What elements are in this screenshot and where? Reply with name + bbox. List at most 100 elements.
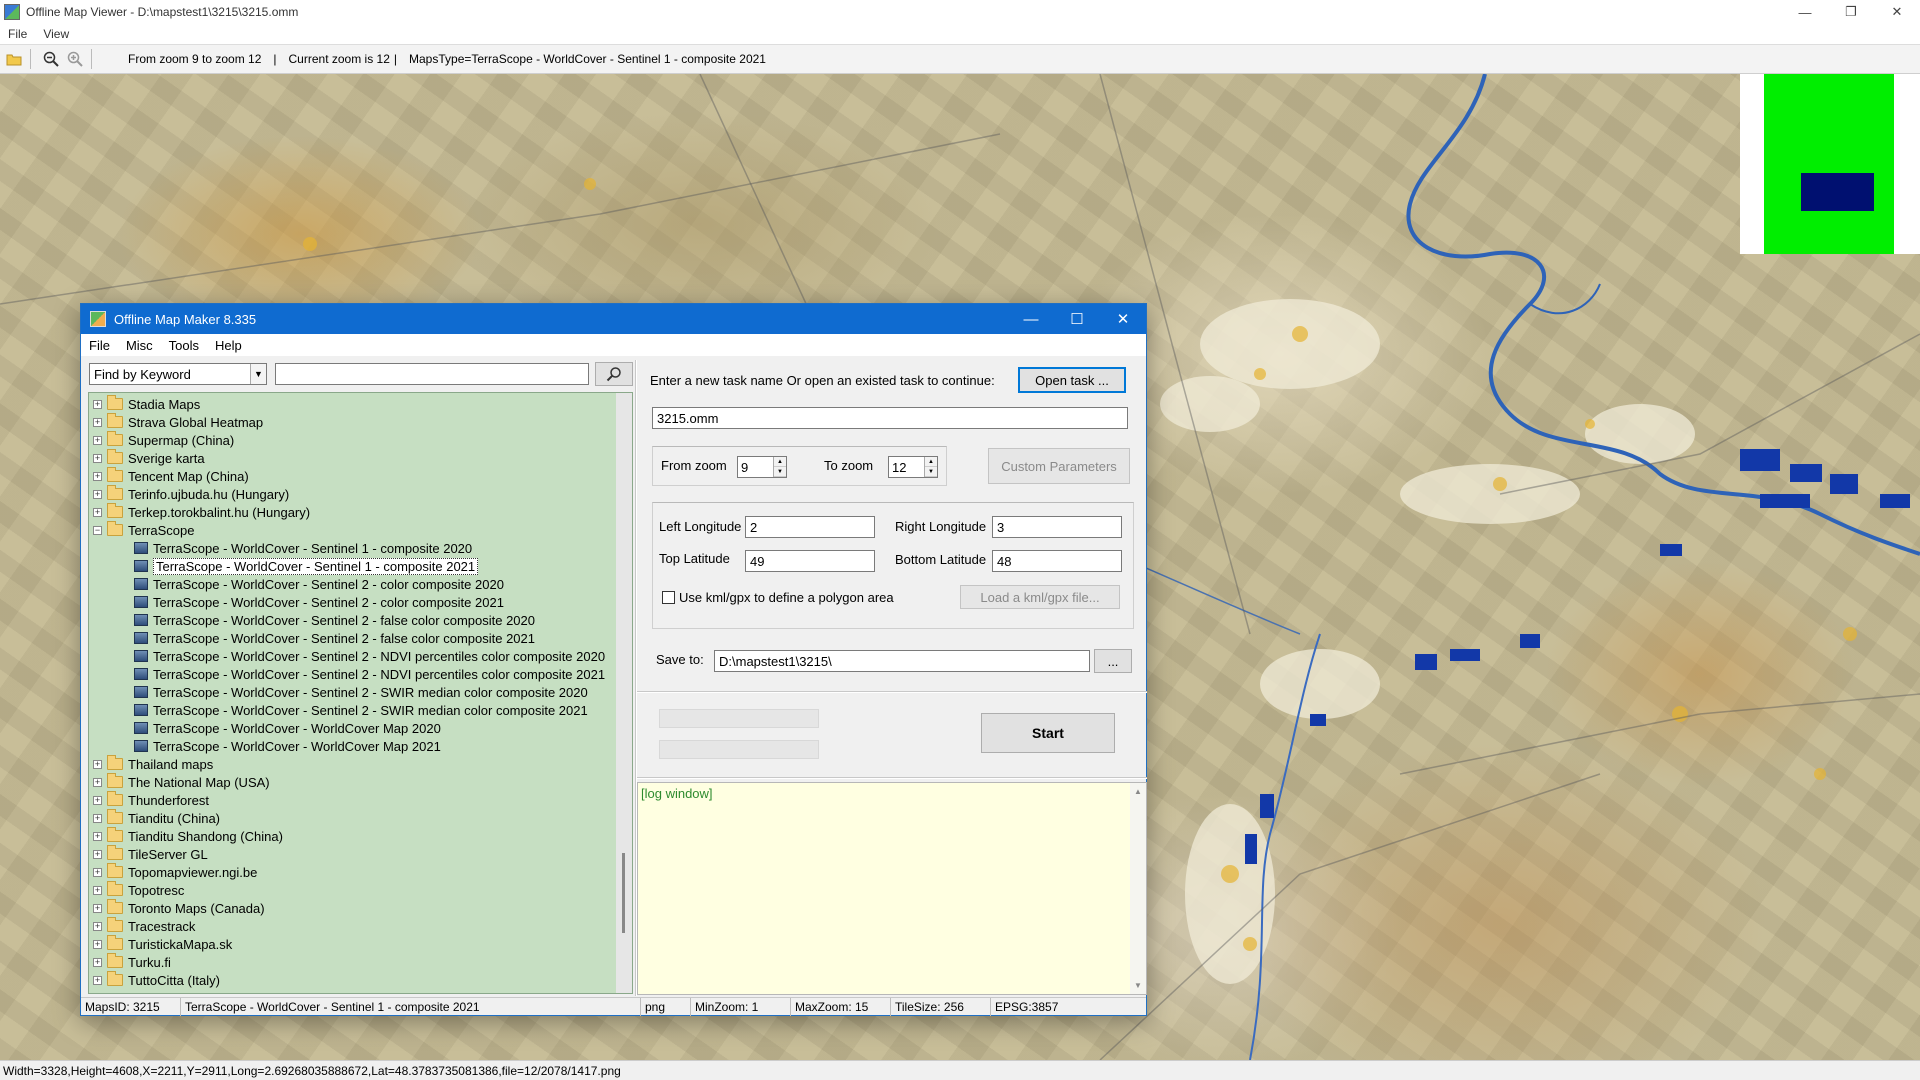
from-zoom-stepper[interactable]: 9 ▲ ▼: [737, 456, 787, 478]
open-folder-icon[interactable]: [4, 49, 24, 69]
close-button[interactable]: ✕: [1100, 304, 1146, 334]
expand-icon[interactable]: +: [93, 957, 102, 967]
task-name-input[interactable]: 3215.omm: [652, 407, 1128, 429]
log-window[interactable]: [log window] ▲ ▼: [637, 782, 1147, 995]
tree-folder[interactable]: + Toronto Maps (Canada): [93, 899, 265, 917]
tree-map-item[interactable]: TerraScope - WorldCover - WorldCover Map…: [134, 719, 441, 737]
to-zoom-stepper[interactable]: 12 ▲ ▼: [888, 456, 938, 478]
tree-folder[interactable]: + Tracestrack: [93, 917, 195, 935]
browse-button[interactable]: ...: [1094, 649, 1132, 673]
map-source-tree[interactable]: + Stadia Maps + Strava Global Heatmap + Super…: [88, 392, 633, 994]
spin-down-icon[interactable]: ▼: [774, 467, 786, 477]
log-scrollbar[interactable]: ▲ ▼: [1130, 783, 1146, 994]
expand-icon[interactable]: +: [93, 813, 102, 823]
custom-parameters-button[interactable]: Custom Parameters: [988, 448, 1130, 484]
zoom-in-icon[interactable]: [65, 49, 85, 69]
tree-folder[interactable]: + Tencent Map (China): [93, 467, 249, 485]
collapse-icon[interactable]: −: [93, 525, 102, 535]
tree-folder[interactable]: + Topomapviewer.ngi.be: [93, 863, 257, 881]
tree-map-item[interactable]: TerraScope - WorldCover - Sentinel 2 - c…: [134, 575, 504, 593]
tree-folder[interactable]: + TuttoCitta (Italy): [93, 971, 220, 989]
expand-icon[interactable]: +: [93, 921, 102, 931]
menu-view[interactable]: View: [35, 27, 77, 41]
left-longitude-input[interactable]: 2: [745, 516, 875, 538]
search-input[interactable]: [275, 363, 589, 385]
tree-folder[interactable]: + Terkep.torokbalint.hu (Hungary): [93, 503, 310, 521]
close-button[interactable]: ✕: [1874, 0, 1920, 24]
scroll-down-icon[interactable]: ▼: [1134, 981, 1142, 990]
tree-folder[interactable]: + Thailand maps: [93, 755, 213, 773]
tree-folder[interactable]: + TuristickaMapa.sk: [93, 935, 232, 953]
menu-tools[interactable]: Tools: [161, 338, 207, 353]
tree-folder[interactable]: + Topotresc: [93, 881, 184, 899]
menu-file[interactable]: File: [81, 338, 118, 353]
spin-up-icon[interactable]: ▲: [774, 457, 786, 467]
expand-icon[interactable]: +: [93, 975, 102, 985]
kml-polygon-checkbox[interactable]: [662, 591, 675, 604]
tree-map-item[interactable]: TerraScope - WorldCover - Sentinel 1 - c…: [134, 557, 479, 575]
expand-icon[interactable]: +: [93, 417, 102, 427]
menu-help[interactable]: Help: [207, 338, 250, 353]
tree-folder[interactable]: + The National Map (USA): [93, 773, 270, 791]
search-button[interactable]: [595, 362, 633, 386]
scrollbar-thumb[interactable]: [622, 853, 625, 933]
scroll-up-icon[interactable]: ▲: [1134, 787, 1142, 796]
expand-icon[interactable]: +: [93, 849, 102, 859]
overview-viewport[interactable]: [1801, 173, 1874, 211]
tree-scrollbar[interactable]: [616, 393, 632, 993]
expand-icon[interactable]: +: [93, 903, 102, 913]
tree-folder[interactable]: + Tianditu Shandong (China): [93, 827, 283, 845]
search-mode-select[interactable]: Find by Keyword ▼: [89, 363, 267, 385]
minimize-button[interactable]: —: [1782, 0, 1828, 24]
tree-folder[interactable]: + Terinfo.ujbuda.hu (Hungary): [93, 485, 289, 503]
pane-divider[interactable]: [635, 360, 637, 996]
tree-map-item[interactable]: TerraScope - WorldCover - Sentinel 2 - f…: [134, 629, 535, 647]
chevron-down-icon[interactable]: ▼: [250, 364, 266, 384]
menu-file[interactable]: File: [0, 27, 35, 41]
expand-icon[interactable]: +: [93, 399, 102, 409]
expand-icon[interactable]: +: [93, 867, 102, 877]
top-latitude-input[interactable]: 49: [745, 550, 875, 572]
overview-map[interactable]: [1740, 74, 1920, 254]
expand-icon[interactable]: +: [93, 777, 102, 787]
tree-map-item[interactable]: TerraScope - WorldCover - Sentinel 2 - f…: [134, 611, 535, 629]
tree-folder[interactable]: + Stadia Maps: [93, 395, 200, 413]
load-kml-button[interactable]: Load a kml/gpx file...: [960, 585, 1120, 609]
minimize-button[interactable]: —: [1008, 304, 1054, 334]
expand-icon[interactable]: +: [93, 453, 102, 463]
tree-map-item[interactable]: TerraScope - WorldCover - Sentinel 2 - S…: [134, 701, 588, 719]
expand-icon[interactable]: +: [93, 489, 102, 499]
tree-folder[interactable]: + Supermap (China): [93, 431, 234, 449]
expand-icon[interactable]: +: [93, 885, 102, 895]
save-path-input[interactable]: D:\mapstest1\3215\: [714, 650, 1090, 672]
dialog-titlebar[interactable]: Offline Map Maker 8.335 — ☐ ✕: [81, 304, 1146, 334]
open-task-button[interactable]: Open task ...: [1018, 367, 1126, 393]
expand-icon[interactable]: +: [93, 471, 102, 481]
tree-folder[interactable]: + Turku.fi: [93, 953, 171, 971]
menu-misc[interactable]: Misc: [118, 338, 161, 353]
expand-icon[interactable]: +: [93, 507, 102, 517]
tree-folder[interactable]: + TileServer GL: [93, 845, 208, 863]
tree-folder[interactable]: + Sverige karta: [93, 449, 205, 467]
right-longitude-input[interactable]: 3: [992, 516, 1122, 538]
spin-up-icon[interactable]: ▲: [925, 457, 937, 467]
tree-map-item[interactable]: TerraScope - WorldCover - Sentinel 2 - c…: [134, 593, 504, 611]
tree-map-item[interactable]: TerraScope - WorldCover - Sentinel 2 - N…: [134, 665, 605, 683]
bottom-latitude-input[interactable]: 48: [992, 550, 1122, 572]
expand-icon[interactable]: +: [93, 759, 102, 769]
tree-folder[interactable]: − TerraScope: [93, 521, 194, 539]
expand-icon[interactable]: +: [93, 795, 102, 805]
restore-button[interactable]: ❐: [1828, 0, 1874, 24]
expand-icon[interactable]: +: [93, 831, 102, 841]
expand-icon[interactable]: +: [93, 435, 102, 445]
maximize-button[interactable]: ☐: [1054, 304, 1100, 334]
tree-map-item[interactable]: TerraScope - WorldCover - Sentinel 2 - N…: [134, 647, 605, 665]
tree-folder[interactable]: + Strava Global Heatmap: [93, 413, 263, 431]
expand-icon[interactable]: +: [93, 939, 102, 949]
tree-folder[interactable]: + Thunderforest: [93, 791, 209, 809]
spin-down-icon[interactable]: ▼: [925, 467, 937, 477]
zoom-out-icon[interactable]: [41, 49, 61, 69]
tree-map-item[interactable]: TerraScope - WorldCover - Sentinel 2 - S…: [134, 683, 588, 701]
tree-map-item[interactable]: TerraScope - WorldCover - Sentinel 1 - c…: [134, 539, 472, 557]
tree-map-item[interactable]: TerraScope - WorldCover - WorldCover Map…: [134, 737, 441, 755]
